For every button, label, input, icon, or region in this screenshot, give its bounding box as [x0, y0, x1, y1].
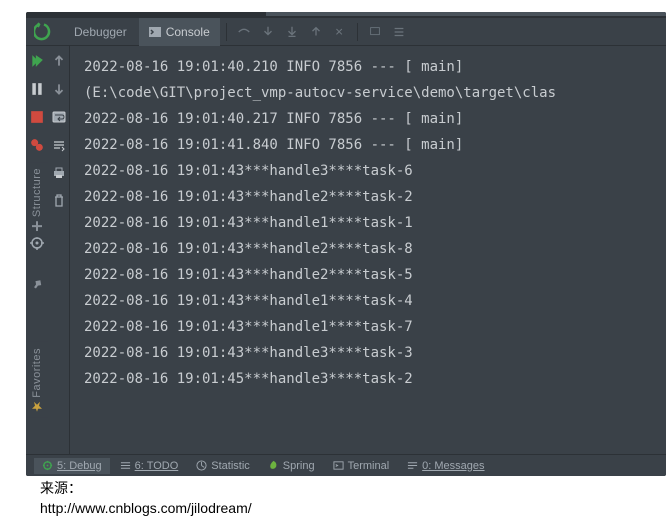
- log-line: 2022-08-16 19:01:43***handle1****task-4: [84, 288, 666, 314]
- status-terminal[interactable]: Terminal: [325, 458, 398, 474]
- force-step-into-icon[interactable]: [281, 21, 303, 43]
- tab-label: Console: [166, 25, 210, 39]
- status-label: Statistic: [211, 460, 250, 472]
- statusbar: 5: Debug 6: TODO Statistic Spring Termin…: [26, 454, 666, 476]
- tab-console[interactable]: Console: [139, 18, 220, 46]
- log-line: 2022-08-16 19:01:43***handle2****task-8: [84, 236, 666, 262]
- caption-source: 来源：: [40, 478, 252, 498]
- log-line: 2022-08-16 19:01:45***handle3****task-2: [84, 366, 666, 392]
- view-breakpoints-icon[interactable]: [28, 136, 46, 154]
- drop-frame-icon[interactable]: ✕: [329, 21, 351, 43]
- separator: [226, 23, 227, 41]
- log-line: 2022-08-16 19:01:40.217 INFO 7856 --- [ …: [84, 106, 666, 132]
- rerun-icon[interactable]: [34, 22, 54, 42]
- log-line: (E:\code\GIT\project_vmp-autocv-service\…: [84, 80, 666, 106]
- pin-icon[interactable]: [28, 276, 46, 294]
- tab-label: Debugger: [74, 25, 127, 39]
- log-line: 2022-08-16 19:01:43***handle2****task-2: [84, 184, 666, 210]
- status-spring[interactable]: Spring: [260, 458, 323, 474]
- status-debug[interactable]: 5: Debug: [34, 458, 110, 474]
- main-area: 2022-08-16 19:01:40.210 INFO 7856 --- [ …: [26, 46, 666, 454]
- caption-url: http://www.cnblogs.com/jilodream/: [40, 498, 252, 518]
- stop-icon[interactable]: [28, 108, 46, 126]
- log-line: 2022-08-16 19:01:43***handle3****task-3: [84, 340, 666, 366]
- svg-text:✕: ✕: [335, 26, 344, 38]
- scroll-to-end-icon[interactable]: [50, 136, 68, 154]
- clear-all-icon[interactable]: [50, 192, 68, 210]
- log-line: 2022-08-16 19:01:43***handle1****task-7: [84, 314, 666, 340]
- status-label: 0: Messages: [422, 460, 484, 472]
- run-to-cursor-icon[interactable]: [364, 21, 386, 43]
- side-tab-structure[interactable]: Structure: [26, 162, 48, 237]
- log-line: 2022-08-16 19:01:40.210 INFO 7856 --- [ …: [84, 54, 666, 80]
- status-label: Terminal: [348, 460, 390, 472]
- separator: [357, 23, 358, 41]
- scroll-up-icon[interactable]: [50, 52, 68, 70]
- log-line: 2022-08-16 19:01:43***handle3****task-6: [84, 158, 666, 184]
- debug-toolbar: Debugger Console ✕: [26, 18, 666, 46]
- log-line: 2022-08-16 19:01:43***handle2****task-5: [84, 262, 666, 288]
- console-gutter: [48, 46, 70, 454]
- status-todo[interactable]: 6: TODO: [112, 458, 187, 474]
- status-statistic[interactable]: Statistic: [188, 458, 258, 474]
- soft-wrap-icon[interactable]: [50, 108, 68, 126]
- resume-icon[interactable]: [28, 52, 46, 70]
- status-label: Spring: [283, 460, 315, 472]
- step-over-icon[interactable]: [233, 21, 255, 43]
- caption: 来源： http://www.cnblogs.com/jilodream/: [40, 478, 252, 518]
- ide-window: Debugger Console ✕: [26, 12, 666, 476]
- scroll-down-icon[interactable]: [50, 80, 68, 98]
- evaluate-expression-icon[interactable]: [388, 21, 410, 43]
- status-label: 5: Debug: [57, 460, 102, 472]
- status-label: 6: TODO: [135, 460, 179, 472]
- print-icon[interactable]: [50, 164, 68, 182]
- tab-debugger[interactable]: Debugger: [64, 18, 137, 46]
- side-tab-favorites[interactable]: Favorites: [26, 342, 48, 418]
- status-messages[interactable]: 0: Messages: [399, 458, 492, 474]
- step-into-icon[interactable]: [257, 21, 279, 43]
- top-strip: [266, 12, 666, 16]
- console-output[interactable]: 2022-08-16 19:01:40.210 INFO 7856 --- [ …: [70, 46, 666, 454]
- step-out-icon[interactable]: [305, 21, 327, 43]
- log-line: 2022-08-16 19:01:43***handle1****task-1: [84, 210, 666, 236]
- pause-icon[interactable]: [28, 80, 46, 98]
- log-line: 2022-08-16 19:01:41.840 INFO 7856 --- [ …: [84, 132, 666, 158]
